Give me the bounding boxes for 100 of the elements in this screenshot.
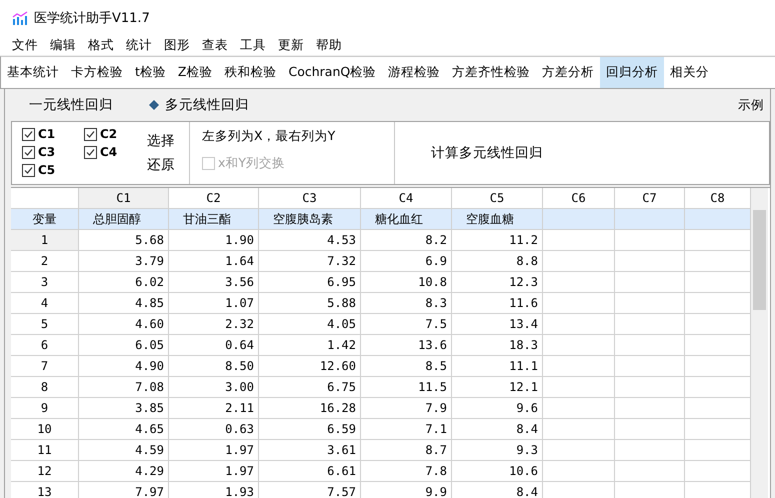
tab[interactable]: 回归分析 — [600, 57, 664, 88]
compute-button[interactable]: 计算多元线性回归 — [395, 122, 543, 184]
column-header[interactable]: C5 — [452, 188, 543, 209]
table-cell: 5.68 — [79, 230, 169, 251]
checkbox-label: C3 — [38, 145, 56, 159]
table-cell: 4.05 — [259, 314, 361, 335]
scrollbar[interactable] — [751, 188, 768, 498]
menu-item[interactable]: 文件 — [6, 36, 44, 54]
table-cell: 4.53 — [259, 230, 361, 251]
table-cell: 9.3 — [452, 440, 543, 461]
row-header[interactable]: 10 — [11, 419, 79, 440]
table-cell: 7.8 — [361, 461, 452, 482]
row-header[interactable]: 5 — [11, 314, 79, 335]
table-cell: 6.95 — [259, 272, 361, 293]
row-header[interactable]: 6 — [11, 335, 79, 356]
variable-name-cell: 总胆固醇 — [79, 209, 169, 230]
table-cell: 4.29 — [79, 461, 169, 482]
table-cell: 9.6 — [452, 398, 543, 419]
table-cell: 11.5 — [361, 377, 452, 398]
row-header[interactable]: 2 — [11, 251, 79, 272]
variable-name-cell: 空腹胰岛素 — [259, 209, 361, 230]
table-cell: 3.61 — [259, 440, 361, 461]
variable-name-cell: 甘油三酯 — [169, 209, 259, 230]
row-header[interactable]: 12 — [11, 461, 79, 482]
restore-button[interactable]: 还原 — [147, 156, 175, 174]
menu-item[interactable]: 图形 — [158, 36, 196, 54]
checkbox[interactable] — [22, 146, 35, 158]
table-cell: 4.65 — [79, 419, 169, 440]
table-cell: 12.3 — [452, 272, 543, 293]
menu-item[interactable]: 查表 — [196, 36, 234, 54]
menu-item[interactable]: 更新 — [272, 36, 310, 54]
table-cell: 3.56 — [169, 272, 259, 293]
sub-tab[interactable]: 一元线性回归 — [19, 96, 123, 114]
checkbox[interactable] — [84, 146, 97, 158]
table-cell: 10.8 — [361, 272, 452, 293]
checkbox[interactable] — [84, 128, 97, 140]
column-header[interactable]: C3 — [259, 188, 361, 209]
select-button[interactable]: 选择 — [147, 132, 175, 150]
table-cell: 8.2 — [361, 230, 452, 251]
menu-item[interactable]: 编辑 — [44, 36, 82, 54]
tab[interactable]: 游程检验 — [382, 57, 446, 88]
table-cell: 6.05 — [79, 335, 169, 356]
table-cell: 1.97 — [169, 440, 259, 461]
checkbox[interactable] — [22, 164, 35, 176]
column-header[interactable]: C8 — [685, 188, 751, 209]
variable-name-cell: 糖化血红 — [361, 209, 452, 230]
tab[interactable]: t检验 — [129, 57, 172, 88]
column-header[interactable]: C2 — [169, 188, 259, 209]
menu-item[interactable]: 统计 — [120, 36, 158, 54]
column-header[interactable]: C6 — [543, 188, 615, 209]
table-cell: 7.9 — [361, 398, 452, 419]
row-header[interactable]: 9 — [11, 398, 79, 419]
row-header[interactable]: 11 — [11, 440, 79, 461]
column-header[interactable]: C4 — [361, 188, 452, 209]
table-cell: 11.6 — [452, 293, 543, 314]
row-header[interactable]: 1 — [11, 230, 79, 251]
tab[interactable]: 方差分析 — [536, 57, 600, 88]
table-cell: 3.85 — [79, 398, 169, 419]
table-cell: 0.63 — [169, 419, 259, 440]
table-cell: 11.2 — [452, 230, 543, 251]
table-cell: 4.59 — [79, 440, 169, 461]
diamond-icon — [149, 100, 159, 110]
table-cell: 7.5 — [361, 314, 452, 335]
table-cell: 6.59 — [259, 419, 361, 440]
tab[interactable]: Z检验 — [172, 57, 218, 88]
table-cell: 6.02 — [79, 272, 169, 293]
checkbox-label: C5 — [38, 163, 56, 177]
window-title: 医学统计助手V11.7 — [34, 10, 150, 26]
tab[interactable]: 基本统计 — [1, 57, 65, 88]
row-header[interactable]: 4 — [11, 293, 79, 314]
table-cell: 8.3 — [361, 293, 452, 314]
table-cell: 13.4 — [452, 314, 543, 335]
table-cell: 11.1 — [452, 356, 543, 377]
menu-item[interactable]: 工具 — [234, 36, 272, 54]
tab[interactable]: 相关分 — [664, 57, 716, 88]
table-cell: 2.11 — [169, 398, 259, 419]
table-cell: 4.85 — [79, 293, 169, 314]
menu-item[interactable]: 帮助 — [310, 36, 348, 54]
sub-tab[interactable]: 多元线性回归 — [139, 96, 259, 114]
checkbox[interactable] — [22, 128, 35, 140]
row-header[interactable]: 3 — [11, 272, 79, 293]
table-cell: 0.64 — [169, 335, 259, 356]
table-cell: 18.3 — [452, 335, 543, 356]
row-header[interactable]: 8 — [11, 377, 79, 398]
tab[interactable]: 卡方检验 — [65, 57, 129, 88]
table-cell: 8.4 — [452, 419, 543, 440]
tab[interactable]: 方差齐性检验 — [446, 57, 536, 88]
example-link[interactable]: 示例 — [738, 96, 764, 114]
checkbox-label: C1 — [38, 127, 56, 141]
table-cell: 12.60 — [259, 356, 361, 377]
row-header[interactable]: 7 — [11, 356, 79, 377]
tab[interactable]: CochranQ检验 — [282, 57, 382, 88]
column-header[interactable]: C7 — [615, 188, 685, 209]
table-cell: 1.90 — [169, 230, 259, 251]
table-cell: 1.64 — [169, 251, 259, 272]
menu-item[interactable]: 格式 — [82, 36, 120, 54]
table-cell: 4.60 — [79, 314, 169, 335]
table-cell: 8.50 — [169, 356, 259, 377]
tab[interactable]: 秩和检验 — [218, 57, 282, 88]
column-header[interactable]: C1 — [79, 188, 169, 209]
